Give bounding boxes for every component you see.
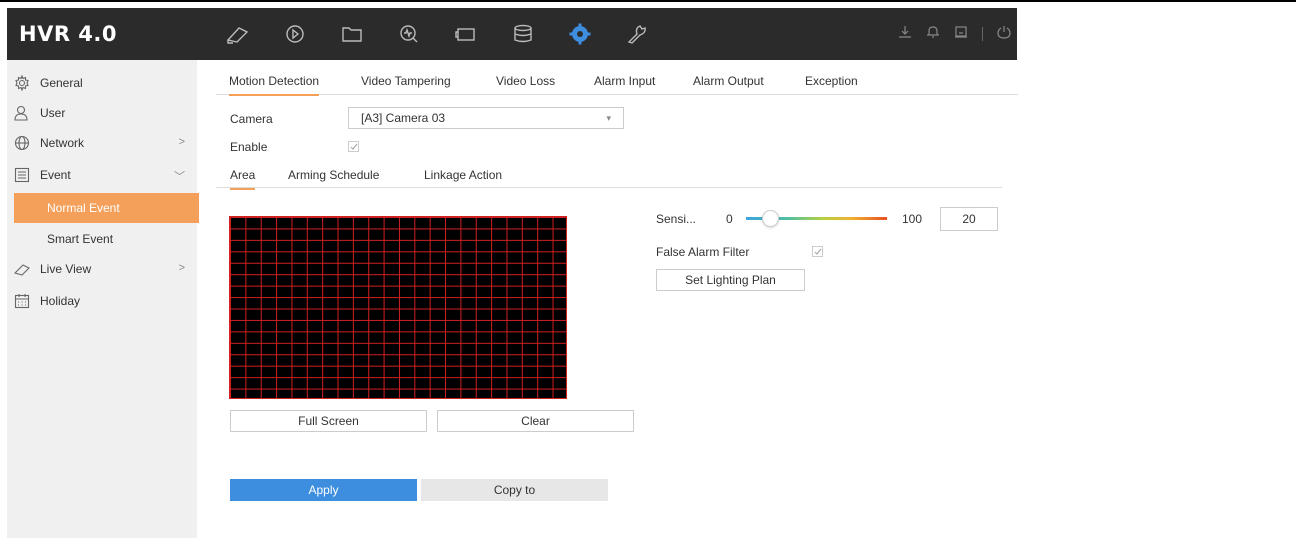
maintenance-icon[interactable] [608,8,665,60]
clear-button[interactable]: Clear [437,410,634,432]
tab-area[interactable]: Area [230,168,256,190]
sidebar-item-event[interactable]: Event ﹀ [7,160,197,190]
tab-arming-schedule[interactable]: Arming Schedule [288,168,379,189]
sensitivity-input[interactable]: 20 [940,207,998,231]
chevron-down-icon: ﹀ [174,171,185,183]
apply-button[interactable]: Apply [230,479,417,501]
sidebar-item-general[interactable]: General [7,68,197,98]
sidebar-item-label: User [40,106,66,120]
divider [982,27,983,41]
tab-motion-detection[interactable]: Motion Detection [229,74,320,96]
check-icon [814,248,822,255]
camera-label: Camera [230,112,273,126]
storage-icon[interactable] [494,8,551,60]
tab-exception[interactable]: Exception [805,74,858,95]
tab-video-loss[interactable]: Video Loss [496,74,555,95]
user-icon [14,105,30,121]
motion-subtabs: Area Arming Schedule Linkage Action [216,168,1002,190]
slider-min-label: 0 [726,212,733,226]
check-icon [350,143,358,150]
live-view-icon[interactable] [209,8,266,60]
sidebar-item-user[interactable]: User [7,98,197,128]
enable-checkbox[interactable] [348,141,359,152]
main-nav [209,8,665,60]
sidebar-item-label: Network [40,136,85,150]
power-icon[interactable] [997,25,1011,44]
set-lighting-plan-button[interactable]: Set Lighting Plan [656,269,805,291]
copy-to-button[interactable]: Copy to [421,479,608,501]
camera-icon [14,261,30,277]
caret-down-icon: ▾ [606,113,611,123]
tab-linkage-action[interactable]: Linkage Action [424,168,502,189]
camera-select[interactable]: [A3] Camera 03 ▾ [348,107,624,129]
tab-alarm-output[interactable]: Alarm Output [693,74,764,95]
sidebar-item-live-view[interactable]: Live View > [7,254,197,284]
playback-icon[interactable] [266,8,323,60]
false-alarm-filter-label: False Alarm Filter [656,245,750,259]
configuration-icon[interactable] [551,8,608,60]
chevron-right-icon: > [178,136,185,148]
event-tabs: Motion Detection Video Tampering Video L… [216,74,1018,96]
globe-icon [14,135,30,151]
full-screen-button[interactable]: Full Screen [230,410,427,432]
sidebar-item-label: Smart Event [47,232,114,246]
sidebar-item-label: Live View [40,262,92,276]
motion-area-grid[interactable] [229,216,567,399]
calendar-icon [14,293,30,309]
sidebar: General User Network > Event ﹀ Normal Ev… [7,60,199,538]
list-icon [14,167,30,183]
app-logo: HVR 4.0 [19,22,118,46]
system-icons [898,8,1011,60]
tab-video-tampering[interactable]: Video Tampering [361,74,451,95]
bell-icon[interactable] [926,25,940,44]
download-icon[interactable] [898,25,912,44]
gear-icon [14,75,30,91]
top-border [0,0,1296,2]
sidebar-item-label: General [40,76,83,90]
slider-max-label: 100 [902,212,923,226]
tab-alarm-input[interactable]: Alarm Input [594,74,655,95]
sidebar-item-network[interactable]: Network > [7,128,197,158]
sidebar-item-normal-event[interactable]: Normal Event [14,193,199,223]
chevron-right-icon: > [178,262,185,274]
manual-icon[interactable] [437,8,494,60]
sidebar-item-label: Holiday [40,294,81,308]
top-navigation-bar: HVR 4.0 [7,8,1017,60]
slider-handle[interactable] [762,210,779,227]
sidebar-item-label: Normal Event [47,201,120,215]
false-alarm-filter-checkbox[interactable] [812,246,823,257]
camera-select-value: [A3] Camera 03 [361,111,446,125]
sidebar-item-smart-event[interactable]: Smart Event [7,224,197,254]
sensitivity-label: Sensi... [656,212,697,226]
enable-label: Enable [230,140,268,154]
sidebar-item-holiday[interactable]: Holiday [7,286,197,316]
sidebar-item-label: Event [40,168,71,182]
file-management-icon[interactable] [323,8,380,60]
lock-screen-icon[interactable] [954,25,968,44]
smart-analysis-icon[interactable] [380,8,437,60]
